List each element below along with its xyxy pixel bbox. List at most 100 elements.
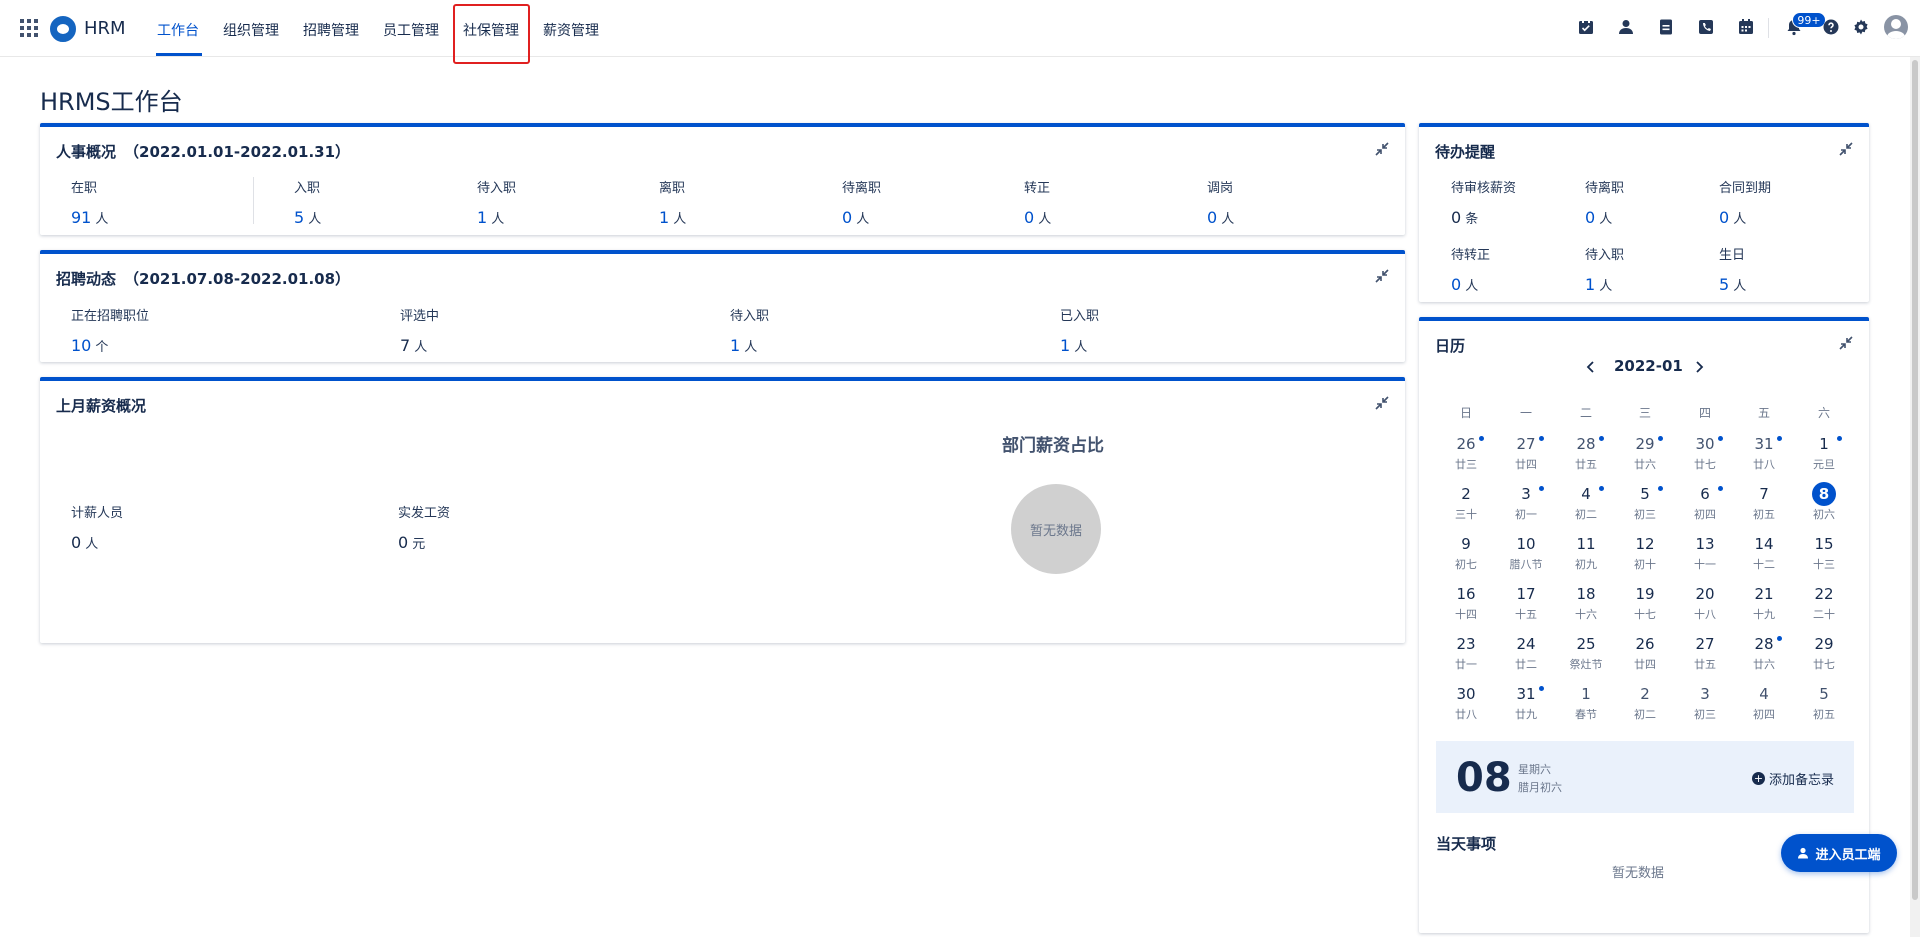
add-memo-button[interactable]: + 添加备忘录	[1751, 769, 1834, 788]
calendar-day[interactable]: 2 初二	[1623, 680, 1667, 724]
calendar-day[interactable]: 5 初三	[1623, 480, 1667, 524]
calendar-day[interactable]: 26 廿三	[1444, 430, 1488, 474]
calendar-day[interactable]: 20 十八	[1683, 580, 1727, 624]
calendar-day-number: 17	[1514, 582, 1538, 606]
calendar-day[interactable]: 24 廿二	[1504, 630, 1548, 674]
hr-stat-pending-resign[interactable]: 待离职 0人	[842, 177, 881, 227]
calendar-day[interactable]: 17 十五	[1504, 580, 1548, 624]
apps-grid-icon[interactable]	[20, 19, 38, 37]
calendar-day-number-text: 24	[1516, 635, 1536, 653]
calendar-icon[interactable]	[1737, 18, 1755, 36]
calendar-day-number-text: 3	[1700, 685, 1710, 703]
nav-item-recruitment[interactable]: 招聘管理	[303, 20, 359, 40]
calendar-day-number-text: 5	[1640, 485, 1650, 503]
calendar-day[interactable]: 23 廿一	[1444, 630, 1488, 674]
recruit-stat-pending-onboard[interactable]: 待入职 1人	[730, 305, 769, 355]
calendar-day[interactable]: 12 初十	[1623, 530, 1667, 574]
calendar-day[interactable]: 29 廿七	[1802, 630, 1846, 674]
calendar-day[interactable]: 13 十一	[1683, 530, 1727, 574]
hr-stat-resigned[interactable]: 离职 1人	[659, 177, 686, 227]
calendar-lunar-date: 初六	[1813, 508, 1835, 521]
todo-contract-expire[interactable]: 合同到期 0人	[1719, 177, 1771, 227]
next-month-chevron-icon[interactable]	[1693, 359, 1705, 373]
person-icon[interactable]	[1617, 18, 1635, 36]
calendar-day[interactable]: 31 廿九	[1504, 680, 1548, 724]
calendar-day[interactable]: 19 十七	[1623, 580, 1667, 624]
calendar-day[interactable]: 5 初五	[1802, 680, 1846, 724]
todo-pending-regularize[interactable]: 待转正 0人	[1451, 244, 1490, 294]
calendar-day[interactable]: 16 十四	[1444, 580, 1488, 624]
calendar-day[interactable]: 26 廿四	[1623, 630, 1667, 674]
calendar-day[interactable]: 6 初四	[1683, 480, 1727, 524]
calendar-day[interactable]: 9 初七	[1444, 530, 1488, 574]
hr-stat-regularized[interactable]: 转正 0人	[1024, 177, 1051, 227]
calendar-day-number: 22	[1812, 582, 1836, 606]
calendar-day[interactable]: 27 廿五	[1683, 630, 1727, 674]
brand-logo[interactable]	[50, 16, 76, 42]
calendar-day[interactable]: 28 廿五	[1564, 430, 1608, 474]
recruit-stat-onboarded[interactable]: 已入职 1人	[1060, 305, 1099, 355]
nav-item-employees[interactable]: 员工管理	[383, 20, 439, 40]
calendar-day[interactable]: 15 十三	[1802, 530, 1846, 574]
calendar-day[interactable]: 4 初四	[1742, 680, 1786, 724]
calendar-day[interactable]: 18 十六	[1564, 580, 1608, 624]
enter-employee-portal-button[interactable]: 进入员工端	[1781, 834, 1897, 872]
calendar-day-today[interactable]: 8 初六	[1802, 480, 1846, 524]
hr-stat-active[interactable]: 在职 91 人	[71, 177, 108, 227]
calendar-day[interactable]: 28 廿六	[1742, 630, 1786, 674]
brand-name[interactable]: HRM	[84, 18, 126, 39]
collapse-icon[interactable]	[1375, 395, 1389, 410]
calendar-day[interactable]: 30 廿八	[1444, 680, 1488, 724]
calendar-day[interactable]: 11 初九	[1564, 530, 1608, 574]
memo-weekday: 星期六	[1518, 763, 1551, 776]
recruit-stat-open-positions[interactable]: 正在招聘职位 10 个	[71, 305, 149, 355]
calendar-day[interactable]: 27 廿四	[1504, 430, 1548, 474]
calendar-day[interactable]: 4 初二	[1564, 480, 1608, 524]
calendar-day[interactable]: 30 廿七	[1683, 430, 1727, 474]
calendar-day-number-text: 3	[1521, 485, 1531, 503]
gear-icon[interactable]	[1852, 18, 1870, 36]
hr-stat-transferred[interactable]: 调岗 0人	[1207, 177, 1234, 227]
prev-month-chevron-icon[interactable]	[1585, 359, 1597, 373]
calendar-day[interactable]: 29 廿六	[1623, 430, 1667, 474]
collapse-icon[interactable]	[1839, 335, 1853, 350]
todo-birthday[interactable]: 生日 5人	[1719, 244, 1746, 294]
phone-icon[interactable]	[1697, 18, 1715, 36]
calendar-day[interactable]: 14 十二	[1742, 530, 1786, 574]
page-scrollbar-thumb[interactable]	[1912, 60, 1918, 900]
todo-pending-resign[interactable]: 待离职 0人	[1585, 177, 1624, 227]
calendar-day[interactable]: 10 腊八节	[1504, 530, 1548, 574]
nav-item-salary[interactable]: 薪资管理	[543, 20, 599, 40]
calendar-day[interactable]: 3 初三	[1683, 680, 1727, 724]
nav-item-workbench[interactable]: 工作台	[157, 20, 199, 40]
todo-pending-onboard[interactable]: 待入职 1人	[1585, 244, 1624, 294]
collapse-icon[interactable]	[1375, 268, 1389, 283]
calendar-lunar-date: 廿三	[1455, 458, 1477, 471]
event-dot-icon	[1777, 636, 1782, 641]
calendar-day[interactable]: 25 祭灶节	[1564, 630, 1608, 674]
calendar-day[interactable]: 2 三十	[1444, 480, 1488, 524]
calendar-day-number: 25	[1574, 632, 1598, 656]
chart-empty-placeholder: 暂无数据	[1011, 484, 1101, 574]
calendar-day-number-text: 25	[1576, 635, 1596, 653]
checklist-icon[interactable]	[1577, 18, 1595, 36]
nav-item-organization[interactable]: 组织管理	[223, 20, 279, 40]
hr-stat-onboarded[interactable]: 入职 5人	[294, 177, 321, 227]
calendar-day[interactable]: 21 十九	[1742, 580, 1786, 624]
recruit-stat-screening[interactable]: 评选中 7人	[400, 305, 439, 355]
user-avatar[interactable]	[1884, 15, 1908, 39]
collapse-icon[interactable]	[1375, 141, 1389, 156]
collapse-icon[interactable]	[1839, 141, 1853, 156]
help-icon[interactable]	[1822, 18, 1840, 36]
calendar-day-number-text: 4	[1759, 685, 1769, 703]
calendar-day-number-text: 28	[1754, 635, 1774, 653]
calendar-day[interactable]: 1 春节	[1564, 680, 1608, 724]
hr-stat-pending-onboard[interactable]: 待入职 1人	[477, 177, 516, 227]
calendar-day[interactable]: 7 初五	[1742, 480, 1786, 524]
calendar-day[interactable]: 1 元旦	[1802, 430, 1846, 474]
document-icon[interactable]	[1657, 18, 1675, 36]
calendar-day[interactable]: 22 二十	[1802, 580, 1846, 624]
calendar-day[interactable]: 31 廿八	[1742, 430, 1786, 474]
calendar-day[interactable]: 3 初一	[1504, 480, 1548, 524]
todo-pending-salary[interactable]: 待审核薪资 0条	[1451, 177, 1516, 227]
